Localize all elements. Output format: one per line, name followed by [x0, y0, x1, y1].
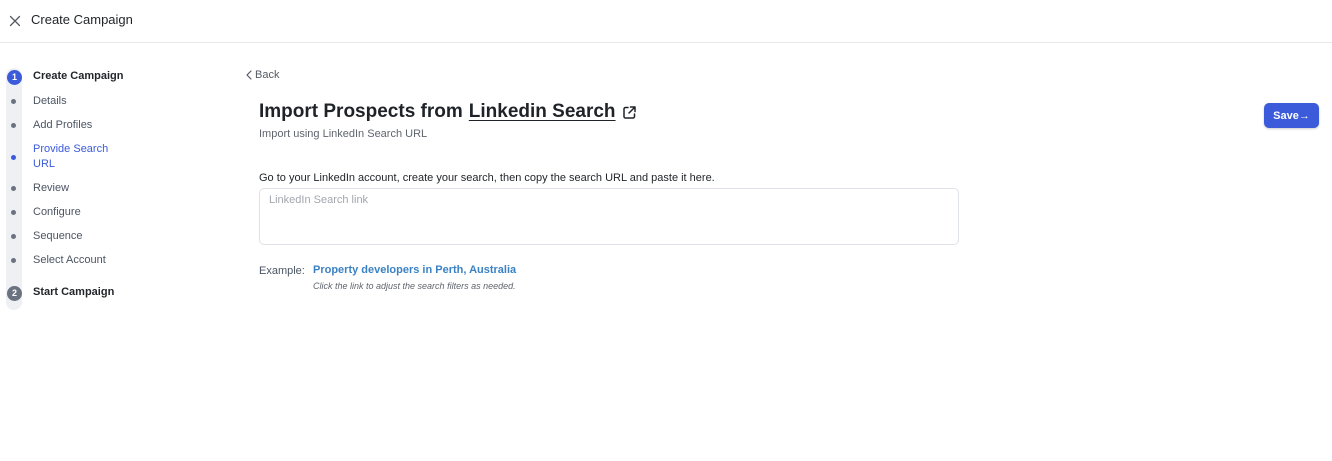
external-link-icon[interactable]: [622, 105, 637, 120]
substep-dot: [11, 234, 16, 239]
close-icon: [9, 15, 21, 27]
step-create-campaign[interactable]: 1: [6, 68, 22, 86]
import-title: Import Prospects from Linkedin Search: [259, 101, 637, 123]
chevron-left-icon: [246, 70, 252, 80]
linkedin-search-url-input[interactable]: [259, 188, 959, 245]
instructions-text: Go to your LinkedIn account, create your…: [259, 172, 715, 184]
substep-add-profiles[interactable]: Add Profiles: [33, 118, 92, 133]
substep-dot: [11, 210, 16, 215]
substep-sequence[interactable]: Sequence: [33, 229, 83, 244]
substep-dot: [11, 186, 16, 191]
save-button[interactable]: Save→: [1264, 103, 1319, 128]
close-button[interactable]: [6, 12, 24, 30]
import-subtitle: Import using LinkedIn Search URL: [259, 128, 428, 140]
back-label: Back: [255, 69, 280, 81]
step-label-start-campaign: Start Campaign: [33, 286, 115, 298]
substep-dot: [11, 99, 16, 104]
substep-review[interactable]: Review: [33, 181, 69, 196]
page-title: Create Campaign: [31, 12, 133, 27]
linkedin-search-link[interactable]: Linkedin Search: [469, 101, 616, 123]
step-start-campaign[interactable]: 2: [6, 284, 22, 302]
substep-select-account[interactable]: Select Account: [33, 253, 106, 268]
step-number-badge: 1: [7, 69, 22, 85]
example-label: Example:: [259, 265, 305, 277]
example-hint: Click the link to adjust the search filt…: [313, 281, 516, 291]
step-label-create-campaign: Create Campaign: [33, 70, 124, 82]
step-number-badge: 2: [7, 285, 22, 301]
substep-provide-search-url[interactable]: Provide Search URL: [33, 142, 133, 172]
substep-dot: [11, 123, 16, 128]
substep-dot: [11, 258, 16, 263]
example-search-link[interactable]: Property developers in Perth, Australia: [313, 264, 516, 276]
substep-dot-active: [11, 155, 16, 160]
top-bar: Create Campaign: [0, 0, 1332, 43]
substep-details[interactable]: Details: [33, 94, 67, 109]
back-link[interactable]: Back: [245, 69, 279, 81]
substep-configure[interactable]: Configure: [33, 205, 81, 220]
title-prefix: Import Prospects from: [259, 101, 463, 122]
